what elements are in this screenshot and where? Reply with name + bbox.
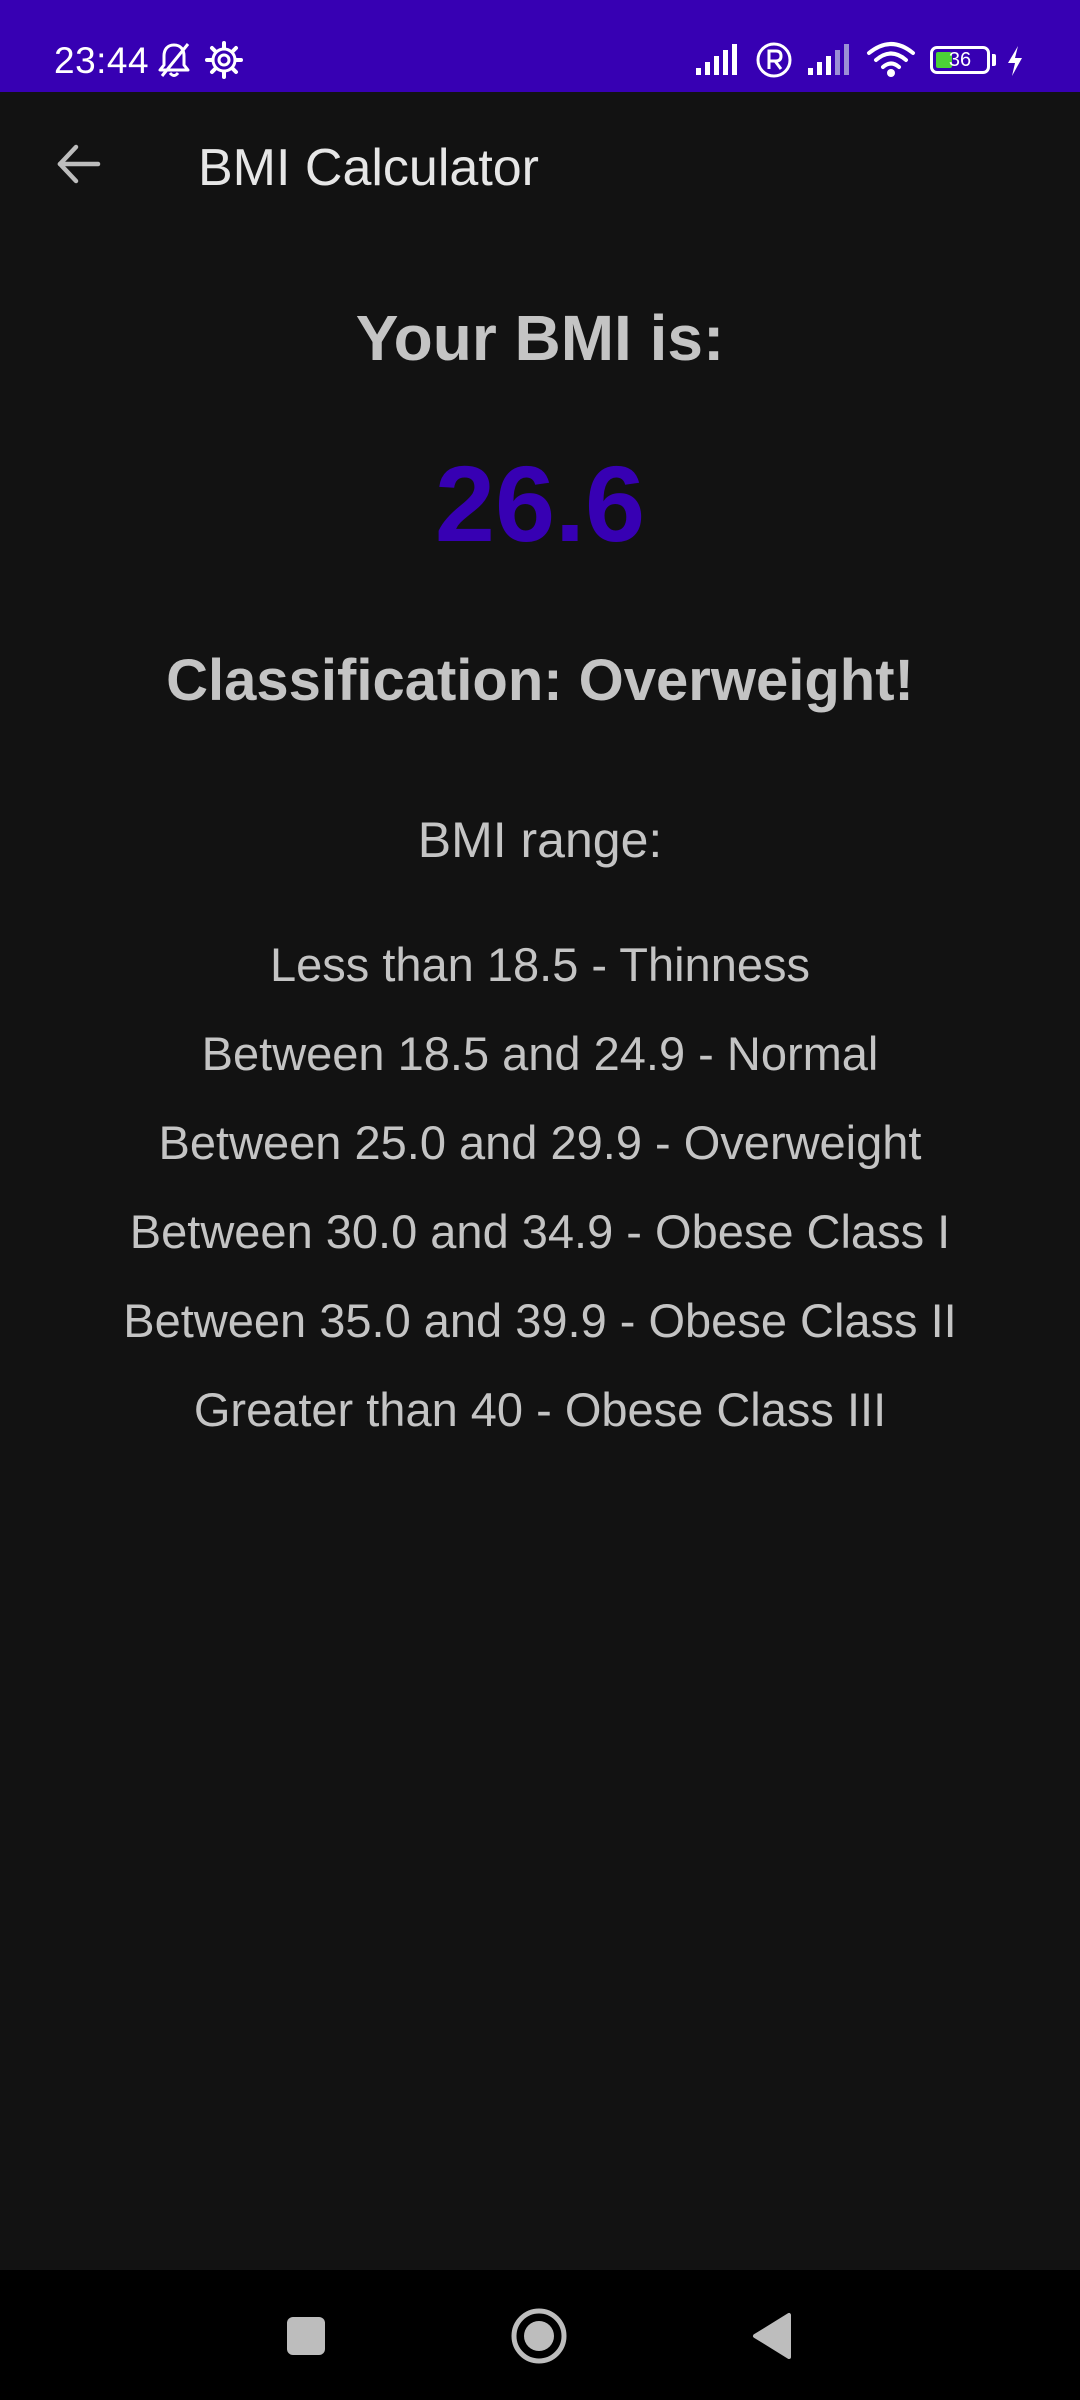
notifications-off-icon [158, 43, 190, 77]
bmi-range-list: Less than 18.5 - Thinness Between 18.5 a… [0, 920, 1080, 1454]
bmi-range-item: Greater than 40 - Obese Class III [193, 1383, 887, 1436]
app-bar: BMI Calculator [0, 92, 1080, 252]
bmi-range-heading: BMI range: [417, 812, 663, 868]
battery-icon: 36 [930, 46, 990, 74]
home-button[interactable] [497, 2294, 581, 2378]
status-time: 23:44 [54, 40, 150, 81]
home-icon [511, 2308, 567, 2364]
bmi-heading: Your BMI is: [355, 302, 725, 374]
battery-cap [992, 54, 996, 66]
arrow-back-icon [57, 144, 101, 184]
roaming-icon [756, 42, 792, 78]
settings-gear-icon [205, 41, 243, 79]
recent-apps-button[interactable] [264, 2294, 348, 2378]
system-nav-bar [0, 2270, 1080, 2400]
battery-level: 36 [948, 49, 972, 71]
nav-back-button[interactable] [730, 2294, 814, 2378]
bmi-value: 26.6 [434, 443, 646, 564]
status-bar: 23:44 36 [0, 0, 1080, 92]
bmi-range-item: Between 25.0 and 29.9 - Overweight [158, 1116, 922, 1169]
wifi-icon [867, 42, 915, 77]
back-button[interactable] [42, 128, 114, 200]
signal-icon [808, 44, 849, 75]
signal-icon [696, 44, 737, 75]
charging-icon [1008, 46, 1022, 76]
page-title: BMI Calculator [198, 139, 539, 197]
bmi-range-item: Between 35.0 and 39.9 - Obese Class II [123, 1294, 957, 1347]
bmi-range-item: Between 30.0 and 34.9 - Obese Class I [129, 1205, 951, 1258]
back-triangle-icon [753, 2313, 791, 2359]
classification-text: Classification: Overweight! [166, 648, 914, 713]
recent-apps-icon [287, 2317, 325, 2355]
bmi-range-item: Between 18.5 and 24.9 - Normal [201, 1027, 879, 1080]
bmi-range-item: Less than 18.5 - Thinness [270, 938, 810, 991]
screen: 23:44 36 BMI Calculator Your BMI is: 26.… [0, 0, 1080, 2400]
